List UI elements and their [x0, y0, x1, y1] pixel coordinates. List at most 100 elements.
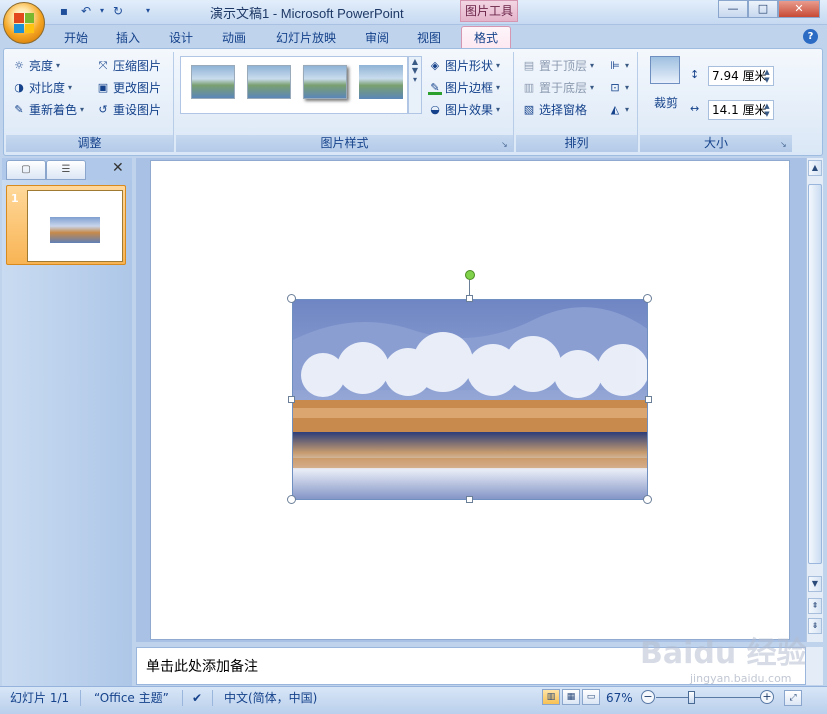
crop-icon[interactable]: [650, 56, 680, 84]
picture-styles-gallery: [180, 56, 408, 114]
scroll-up-icon[interactable]: ▲: [808, 160, 822, 176]
redo-icon[interactable]: ↻: [110, 3, 126, 19]
slide-thumbnail[interactable]: 1: [6, 185, 126, 265]
height-spinner[interactable]: ▲ ▼: [762, 68, 772, 84]
brightness-button[interactable]: ☼ 亮度 ▾: [12, 56, 60, 76]
style-option-2[interactable]: [247, 65, 291, 99]
reset-picture-button[interactable]: ↺ 重设图片: [96, 100, 161, 120]
slides-tab[interactable]: ▢: [6, 160, 46, 180]
customize-qat-icon[interactable]: ▾: [140, 3, 156, 19]
zoom-out-icon[interactable]: −: [641, 690, 655, 704]
window-title: 演示文稿1 - Microsoft PowerPoint: [210, 6, 404, 21]
undo-dropdown-icon[interactable]: ▾: [94, 3, 110, 19]
tab-home[interactable]: 开始: [52, 27, 100, 49]
send-back-icon: ▥: [523, 81, 535, 94]
tab-slideshow[interactable]: 幻灯片放映: [264, 27, 348, 49]
width-icon: ↔: [690, 102, 700, 115]
style-option-1[interactable]: [191, 65, 235, 99]
minimize-button[interactable]: —: [718, 0, 748, 18]
next-slide-icon[interactable]: ⇟: [808, 618, 822, 634]
compress-pictures-button[interactable]: ⤧ 压缩图片: [96, 56, 161, 76]
gallery-scroll[interactable]: ▲ ▼ ▾: [408, 56, 422, 114]
spellcheck-icon[interactable]: ✔: [192, 690, 202, 706]
group-label-picture-styles: 图片样式: [176, 135, 513, 152]
zoom-slider-track[interactable]: [656, 697, 766, 698]
fit-to-window-icon[interactable]: ⤢: [784, 690, 802, 706]
zoom-slider-thumb[interactable]: [688, 691, 695, 704]
picture-shape-button[interactable]: ◈ 图片形状 ▾: [428, 56, 500, 76]
height-icon: ↕: [690, 68, 700, 81]
change-picture-button[interactable]: ▣ 更改图片: [96, 78, 161, 98]
office-button[interactable]: [3, 2, 45, 44]
height-input[interactable]: 7.94 厘米 ▲ ▼: [708, 66, 774, 86]
resize-handle-bottom-left[interactable]: [287, 495, 296, 504]
tab-format[interactable]: 格式: [461, 26, 512, 48]
resize-handle-top[interactable]: [466, 295, 473, 302]
resize-handle-bottom-right[interactable]: [643, 495, 652, 504]
normal-view-icon[interactable]: ▥: [542, 689, 560, 705]
group-icon: ⊡: [610, 81, 620, 94]
resize-handle-left[interactable]: [288, 396, 295, 403]
scroll-down-icon[interactable]: ▼: [808, 576, 822, 592]
tab-animations[interactable]: 动画: [210, 27, 258, 49]
baidu-watermark: Baidu 经验: [640, 636, 807, 671]
status-divider: [182, 690, 183, 706]
close-button[interactable]: ✕: [778, 0, 820, 18]
group-objects-button[interactable]: ⊡ ▾: [608, 78, 629, 98]
zoom-level[interactable]: 67%: [606, 690, 633, 706]
crop-button-label[interactable]: 裁剪: [654, 94, 678, 111]
tab-design[interactable]: 设计: [157, 27, 205, 49]
picture-border-button[interactable]: ✎ 图片边框 ▾: [428, 78, 500, 98]
tab-review[interactable]: 审阅: [353, 27, 401, 49]
theme-name[interactable]: “Office 主题”: [94, 690, 169, 706]
style-option-3[interactable]: [303, 65, 347, 99]
selected-picture[interactable]: [292, 299, 648, 500]
slide-sorter-icon[interactable]: ▦: [562, 689, 580, 705]
recolor-button[interactable]: ✎ 重新着色 ▾: [12, 100, 84, 120]
resize-handle-bottom[interactable]: [466, 496, 473, 503]
save-icon[interactable]: ▪: [56, 3, 72, 19]
thumbnail-slide: [27, 190, 123, 262]
picture-effects-button[interactable]: ◒ 图片效果 ▾: [428, 100, 500, 120]
notes-scrollbar[interactable]: [806, 647, 823, 685]
baidu-watermark-url: jingyan.baidu.com: [690, 672, 792, 685]
slideshow-view-icon[interactable]: ▭: [582, 689, 600, 705]
sun-icon: ☼: [14, 59, 24, 72]
size-dialog-launcher-icon[interactable]: ↘: [780, 140, 789, 149]
width-input[interactable]: 14.1 厘米 ▲ ▼: [708, 100, 774, 120]
resize-handle-top-left[interactable]: [287, 294, 296, 303]
style-option-4[interactable]: [359, 65, 403, 99]
dialog-launcher-icon[interactable]: ↘: [501, 140, 510, 149]
notes-placeholder[interactable]: 单击此处添加备注: [146, 656, 258, 676]
scroll-thumb[interactable]: [808, 184, 822, 564]
vertical-scrollbar[interactable]: ▲ ▼ ⇞ ⇟: [806, 158, 823, 642]
group-arrange: ▤ 置于顶层 ▾ ▥ 置于底层 ▾ ▧ 选择窗格 ⊫ ▾ ⊡ ▾ ◭ ▾ 排列: [516, 52, 638, 152]
office-logo-icon: [14, 13, 34, 33]
status-bar: 幻灯片 1/1 “Office 主题” ✔ 中文(简体，中国) ▥ ▦ ▭ 67…: [0, 686, 827, 714]
send-to-back-button[interactable]: ▥ 置于底层 ▾: [522, 78, 594, 98]
language-indicator[interactable]: 中文(简体，中国): [224, 690, 317, 706]
group-adjust: ☼ 亮度 ▾ ◑ 对比度 ▾ ✎ 重新着色 ▾ ⤧ 压缩图片 ▣ 更改图片 ↺ 重设图片 调整: [6, 52, 174, 152]
tab-insert[interactable]: 插入: [104, 27, 152, 49]
panel-close-icon[interactable]: ✕: [112, 160, 124, 176]
resize-handle-top-right[interactable]: [643, 294, 652, 303]
bring-to-front-button[interactable]: ▤ 置于顶层 ▾: [522, 56, 594, 76]
zoom-in-icon[interactable]: +: [760, 690, 774, 704]
contextual-tool-label: 图片工具: [460, 0, 518, 22]
tab-view[interactable]: 视图: [405, 27, 453, 49]
resize-handle-right[interactable]: [645, 396, 652, 403]
selection-pane-button[interactable]: ▧ 选择窗格: [522, 100, 587, 120]
undo-icon[interactable]: ↶: [78, 3, 94, 19]
previous-slide-icon[interactable]: ⇞: [808, 598, 822, 614]
align-button[interactable]: ⊫ ▾: [608, 56, 629, 76]
group-label-arrange: 排列: [516, 135, 637, 152]
help-icon[interactable]: ?: [803, 29, 818, 44]
contrast-button[interactable]: ◑ 对比度 ▾: [12, 78, 72, 98]
recolor-icon: ✎: [14, 103, 24, 116]
reset-picture-icon: ↺: [98, 103, 108, 116]
outline-tab[interactable]: ☰: [46, 160, 86, 180]
rotate-button[interactable]: ◭ ▾: [608, 100, 629, 120]
maximize-button[interactable]: □: [748, 0, 778, 18]
width-spinner[interactable]: ▲ ▼: [762, 102, 772, 118]
rotation-handle[interactable]: [465, 270, 475, 280]
